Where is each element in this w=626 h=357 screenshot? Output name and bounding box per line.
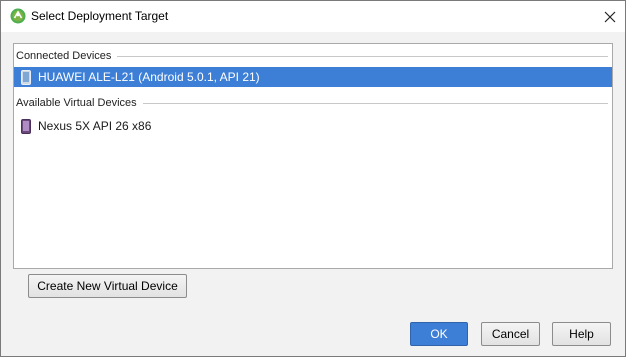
close-button[interactable]	[594, 1, 625, 32]
create-new-virtual-device-button[interactable]: Create New Virtual Device	[28, 274, 187, 298]
device-label: HUAWEI ALE-L21 (Android 5.0.1, API 21)	[38, 70, 260, 84]
device-row-huawei[interactable]: HUAWEI ALE-L21 (Android 5.0.1, API 21)	[14, 67, 612, 87]
device-row-nexus-5x[interactable]: Nexus 5X API 26 x86	[14, 116, 612, 136]
close-icon	[604, 11, 615, 22]
divider	[117, 55, 608, 57]
phone-icon	[18, 69, 34, 85]
title-bar: Select Deployment Target	[1, 1, 625, 32]
device-label: Nexus 5X API 26 x86	[38, 119, 152, 133]
group-header-label: Connected Devices	[14, 50, 118, 62]
group-header-available-virtual-devices: Available Virtual Devices	[14, 94, 612, 112]
help-button[interactable]: Help	[552, 322, 611, 346]
group-header-connected-devices: Connected Devices	[14, 47, 612, 65]
group-header-label: Available Virtual Devices	[14, 97, 143, 109]
cancel-button[interactable]: Cancel	[481, 322, 540, 346]
device-list[interactable]: Connected Devices HUAWEI ALE-L21 (Androi…	[13, 43, 613, 269]
ok-button[interactable]: OK	[410, 322, 468, 346]
window-title: Select Deployment Target	[31, 9, 169, 23]
android-studio-icon	[10, 8, 26, 24]
divider	[142, 102, 608, 104]
virtual-phone-icon	[18, 118, 34, 134]
select-deployment-target-dialog: Select Deployment Target Connected Devic…	[0, 0, 626, 357]
